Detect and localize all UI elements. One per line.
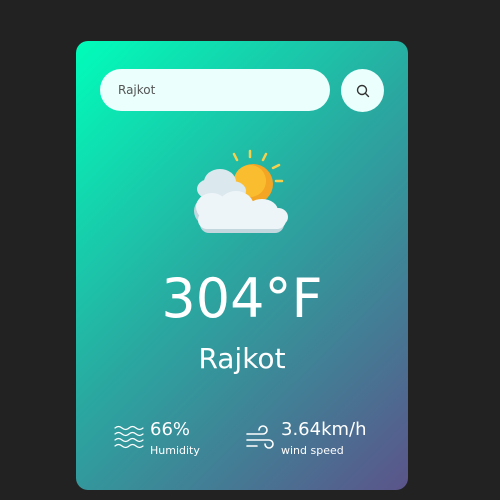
humidity-icon <box>114 425 144 449</box>
partly-cloudy-icon <box>194 149 288 233</box>
search-button[interactable] <box>341 69 384 112</box>
city-search-input[interactable] <box>100 69 330 111</box>
temperature: 304°F <box>161 267 323 330</box>
humidity-label: Humidity <box>150 444 200 457</box>
weather-card: 304°F Rajkot 66% Humidity 3.64km/h wi <box>76 41 408 490</box>
wind-icon <box>246 425 274 449</box>
wind-speed-value: 3.64km/h <box>281 419 367 440</box>
search-icon <box>356 84 369 97</box>
wind-speed-label: wind speed <box>281 444 344 457</box>
wind-detail: 3.64km/h wind speed <box>245 419 367 459</box>
humidity-detail: 66% Humidity <box>114 419 200 459</box>
city-name: Rajkot <box>198 342 286 375</box>
humidity-value: 66% <box>150 419 191 440</box>
